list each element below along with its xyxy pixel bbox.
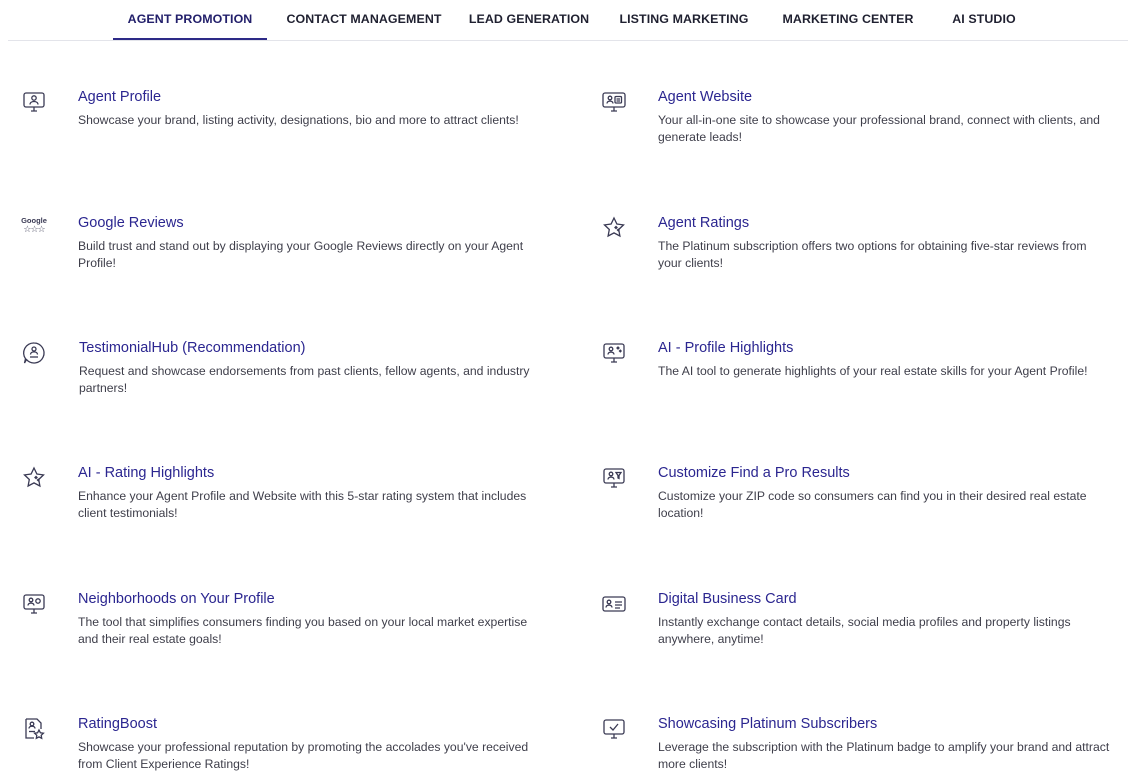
feature-title[interactable]: Agent Ratings	[658, 215, 749, 231]
tab-agent-promotion[interactable]: AGENT PROMOTION	[113, 0, 267, 40]
feature-description: The AI tool to generate highlights of yo…	[658, 364, 1088, 378]
monitor-check-icon	[601, 716, 627, 742]
feature-description: Showcase your brand, listing activity, d…	[78, 113, 519, 127]
google-reviews-icon: Google ☆☆☆	[21, 217, 47, 243]
monitor-profile-icon	[21, 89, 47, 115]
feature-description: The Platinum subscription offers two opt…	[658, 239, 1087, 270]
feature-description: Enhance your Agent Profile and Website w…	[78, 489, 527, 520]
feature-description: Customize your ZIP code so consumers can…	[658, 489, 1087, 520]
feature-description: Build trust and stand out by displaying …	[78, 239, 524, 270]
tab-lead-generation[interactable]: LEAD GENERATION	[464, 0, 594, 39]
monitor-location-icon	[21, 591, 47, 617]
star-sparkle-icon	[21, 465, 47, 491]
speech-bubble-profile-icon	[21, 340, 47, 366]
feature-description: Request and showcase endorsements from p…	[79, 364, 530, 395]
feature-title[interactable]: Agent Profile	[78, 89, 161, 105]
feature-title[interactable]: AI - Profile Highlights	[658, 340, 793, 356]
stars-icon: ☆☆☆	[23, 224, 45, 234]
feature-description: Leverage the subscription with the Plati…	[658, 740, 1110, 771]
category-tabs: AGENT PROMOTION CONTACT MANAGEMENT LEAD …	[8, 0, 1128, 41]
feature-description: Showcase your professional reputation by…	[78, 740, 529, 771]
star-sparkle-icon	[601, 215, 627, 241]
feature-title[interactable]: Agent Website	[658, 89, 752, 105]
monitor-ai-icon	[601, 340, 627, 366]
business-card-icon	[601, 591, 627, 617]
feature-title[interactable]: Digital Business Card	[658, 591, 797, 607]
feature-title[interactable]: Customize Find a Pro Results	[658, 465, 850, 481]
feature-title[interactable]: Showcasing Platinum Subscribers	[658, 716, 877, 732]
tab-listing-marketing[interactable]: LISTING MARKETING	[611, 0, 757, 39]
feature-title[interactable]: Neighborhoods on Your Profile	[78, 591, 275, 607]
tab-ai-studio[interactable]: AI STUDIO	[944, 0, 1024, 39]
monitor-website-icon	[601, 89, 627, 115]
feature-title[interactable]: Google Reviews	[78, 215, 184, 231]
tab-marketing-center[interactable]: MARKETING CENTER	[778, 0, 918, 39]
feature-description: Instantly exchange contact details, soci…	[658, 615, 1071, 646]
document-star-icon	[21, 716, 47, 742]
feature-description: Your all-in-one site to showcase your pr…	[658, 113, 1100, 144]
feature-title[interactable]: AI - Rating Highlights	[78, 465, 214, 481]
feature-title[interactable]: TestimonialHub (Recommendation)	[79, 340, 305, 356]
tab-contact-management[interactable]: CONTACT MANAGEMENT	[279, 0, 449, 39]
feature-title[interactable]: RatingBoost	[78, 716, 157, 732]
feature-description: The tool that simplifies consumers findi…	[78, 615, 528, 646]
monitor-filter-icon	[601, 465, 627, 491]
